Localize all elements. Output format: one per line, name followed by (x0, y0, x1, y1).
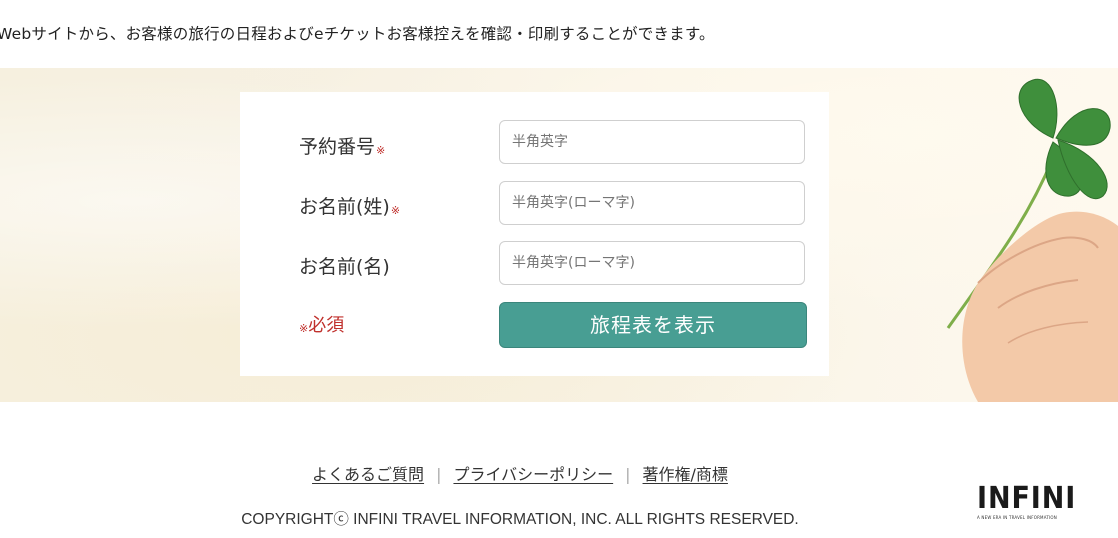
label-last-name: お名前(姓)※ (299, 192, 400, 219)
label-first-name: お名前(名) (299, 252, 390, 279)
reservation-form: 予約番号※ お名前(姓)※ お名前(名) ※必須 旅程表を表示 (240, 92, 829, 376)
required-mark: ※ (390, 204, 401, 217)
faq-link[interactable]: よくあるご質問 (312, 465, 424, 484)
required-mark: ※ (299, 322, 309, 335)
separator: | (625, 465, 631, 484)
hero-banner: 予約番号※ お名前(姓)※ お名前(名) ※必須 旅程表を表示 (0, 68, 1118, 402)
reservation-number-input[interactable] (499, 120, 805, 164)
copyright-text: COPYRIGHTⓒ INFINI TRAVEL INFORMATION, IN… (241, 511, 799, 528)
label-text: 予約番号 (299, 136, 376, 158)
label-text: お名前(姓) (299, 196, 390, 218)
label-reservation-number: 予約番号※ (299, 132, 385, 159)
footer-links: よくあるご質問 | プライバシーポリシー | 著作権/商標 (0, 461, 1040, 485)
infini-logo: INFINI A NEW ERA IN TRAVEL INFORMATION (977, 481, 1081, 525)
required-note-text: 必須 (308, 315, 345, 336)
first-name-input[interactable] (499, 241, 805, 285)
required-mark: ※ (376, 144, 386, 157)
required-note: ※必須 (299, 311, 344, 337)
separator: | (436, 465, 442, 484)
hand-holding-clover-icon (946, 78, 1118, 402)
copyright-trademark-link[interactable]: 著作権/商標 (643, 465, 728, 484)
label-text: お名前(名) (299, 256, 390, 278)
logo-wordmark: INFINI (977, 481, 1077, 516)
privacy-policy-link[interactable]: プライバシーポリシー (453, 465, 613, 484)
last-name-input[interactable] (499, 181, 805, 225)
show-itinerary-button[interactable]: 旅程表を表示 (499, 302, 807, 348)
intro-text: Webサイトから、お客様の旅行の日程およびeチケットお客様控えを確認・印刷するこ… (0, 25, 715, 43)
